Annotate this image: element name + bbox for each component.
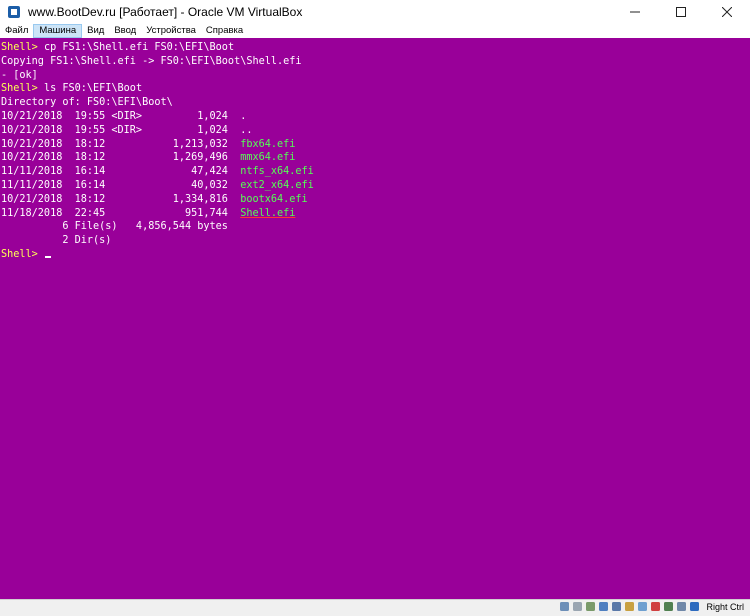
file-name: fbx64.efi <box>240 138 296 150</box>
host-key-arrow-icon[interactable] <box>689 601 700 612</box>
network-icon[interactable] <box>598 601 609 612</box>
console-text: 10/21/2018 18:12 1,269,496 <box>1 152 241 164</box>
close-button[interactable] <box>704 0 750 24</box>
console-line: 11/11/2018 16:14 47,424 ntfs_x64.efi <box>1 165 314 179</box>
console-text: 11/11/2018 16:14 47,424 <box>1 166 241 178</box>
shell-prompt: Shell> <box>1 248 44 260</box>
mouse-integration-icon[interactable] <box>676 601 687 612</box>
console-text: 10/21/2018 18:12 1,334,816 <box>1 193 241 205</box>
console-line: 2 Dir(s) <box>1 234 314 248</box>
console-line: 10/21/2018 19:55 <DIR> 1,024 . <box>1 110 314 124</box>
menu-help[interactable]: Справка <box>201 24 248 38</box>
file-name: bootx64.efi <box>240 193 308 205</box>
console-line: 11/18/2018 22:45 951,744 Shell.efi <box>1 207 314 221</box>
console-text: - [ok] <box>1 69 38 81</box>
console-line: Shell> ls FS0:\EFI\Boot <box>1 82 314 96</box>
console-line: 6 File(s) 4,856,544 bytes <box>1 220 314 234</box>
file-name: Shell.efi <box>240 207 296 219</box>
console-line: - [ok] <box>1 69 314 83</box>
console-text: 11/18/2018 22:45 951,744 <box>1 207 241 219</box>
console-line: 10/21/2018 18:12 1,269,496 mmx64.efi <box>1 151 314 165</box>
video-capture-icon[interactable] <box>650 601 661 612</box>
maximize-button[interactable] <box>658 0 704 24</box>
console-text: 2 Dir(s) <box>1 235 112 247</box>
cpu-icon[interactable] <box>663 601 674 612</box>
virtualbox-icon <box>6 4 22 20</box>
console-text: 10/21/2018 19:55 <DIR> 1,024 . <box>1 110 247 122</box>
window-title: www.BootDev.ru [Работает] - Oracle VM Vi… <box>28 5 303 19</box>
console-line: Shell> <box>1 248 314 262</box>
console-text: 11/11/2018 16:14 40,032 <box>1 179 241 191</box>
maximize-icon <box>676 7 686 17</box>
console-text: 10/21/2018 19:55 <DIR> 1,024 .. <box>1 124 253 136</box>
menu-bar: Файл Машина Вид Ввод Устройства Справка <box>0 24 750 38</box>
minimize-icon <box>630 11 640 13</box>
console-text: cp FS1:\Shell.efi FS0:\EFI\Boot <box>43 42 235 53</box>
shell-prompt: Shell> <box>1 83 44 95</box>
status-icons: Right Ctrl <box>559 601 744 612</box>
file-name: mmx64.efi <box>240 152 296 164</box>
console-line: Copying FS1:\Shell.efi -> FS0:\EFI\Boot\… <box>1 55 314 69</box>
console-line: Directory of: FS0:\EFI\Boot\ <box>1 96 314 110</box>
console-line: 10/21/2018 19:55 <DIR> 1,024 .. <box>1 124 314 138</box>
menu-devices[interactable]: Устройства <box>141 24 201 38</box>
minimize-button[interactable] <box>612 0 658 24</box>
console-text: Directory of: FS0:\EFI\Boot\ <box>1 97 173 109</box>
console-line: Shell> cp FS1:\Shell.efi FS0:\EFI\Boot <box>1 41 314 55</box>
title-bar: www.BootDev.ru [Работает] - Oracle VM Vi… <box>0 0 750 24</box>
console-text: 10/21/2018 18:12 1,213,032 <box>1 138 241 150</box>
optical-drive-icon[interactable] <box>572 601 583 612</box>
host-key-label: Right Ctrl <box>706 601 744 612</box>
text-cursor <box>44 255 51 258</box>
hard-disk-icon[interactable] <box>559 601 570 612</box>
menu-machine[interactable]: Машина <box>33 24 83 38</box>
close-icon <box>722 7 732 17</box>
console-text: 6 File(s) 4,856,544 bytes <box>1 221 228 233</box>
console-line: 11/11/2018 16:14 40,032 ext2_x64.efi <box>1 179 314 193</box>
usb-icon[interactable] <box>611 601 622 612</box>
status-bar: Right Ctrl <box>0 599 750 616</box>
file-name: ntfs_x64.efi <box>240 166 314 178</box>
window-controls <box>612 0 750 24</box>
shell-prompt: Shell> <box>1 42 44 53</box>
console-line: 10/21/2018 18:12 1,213,032 fbx64.efi <box>1 138 314 152</box>
audio-icon[interactable] <box>585 601 596 612</box>
menu-file[interactable]: Файл <box>0 24 33 38</box>
console-text: ls FS0:\EFI\Boot <box>43 83 143 95</box>
menu-view[interactable]: Вид <box>82 24 109 38</box>
display-icon[interactable] <box>637 601 648 612</box>
console-text: Copying FS1:\Shell.efi -> FS0:\EFI\Boot\… <box>1 55 302 67</box>
shared-folder-icon[interactable] <box>624 601 635 612</box>
file-name: ext2_x64.efi <box>240 179 314 191</box>
vm-screen[interactable]: Shell> cp FS1:\Shell.efi FS0:\EFI\Boot Co… <box>0 38 750 599</box>
efi-shell-console: Shell> cp FS1:\Shell.efi FS0:\EFI\Boot Co… <box>1 41 314 262</box>
console-line: 10/21/2018 18:12 1,334,816 bootx64.efi <box>1 193 314 207</box>
menu-input[interactable]: Ввод <box>109 24 141 38</box>
